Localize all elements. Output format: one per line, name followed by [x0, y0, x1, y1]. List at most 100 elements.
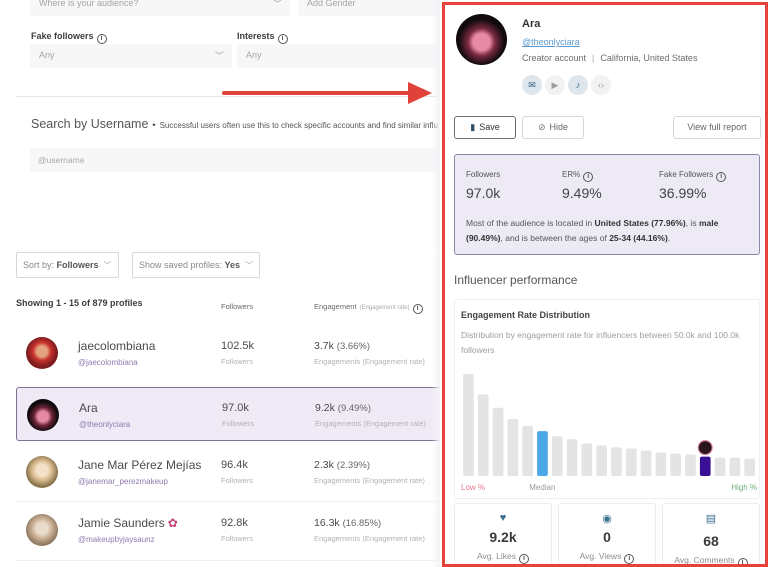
engagement-rate: (16.85%) — [342, 518, 382, 529]
comment-icon: ▤ — [705, 513, 717, 525]
profile-stats-card: Followers 97.0k ER% i 9.49% Fake Follower… — [454, 154, 760, 255]
eye-off-icon: ⊘ — [537, 122, 546, 132]
chart-bar — [714, 457, 726, 476]
info-icon[interactable]: i — [519, 554, 530, 564]
flower-emoji-icon: ✿ — [167, 516, 178, 530]
fake-followers-stat-value: 36.99% — [659, 185, 707, 201]
followers-header-text: Followers — [221, 302, 254, 311]
search-hint: Successful users often use this to check… — [159, 121, 438, 130]
hide-label: Hide — [549, 122, 569, 132]
x-label-median: Median — [529, 483, 555, 492]
youtube-icon[interactable]: ▶ — [545, 75, 565, 95]
info-icon[interactable]: i — [583, 172, 594, 182]
chevron-down-icon: ﹀ — [103, 261, 112, 270]
chart-bar-influencer — [699, 456, 711, 476]
engagement-label: Engagements (Engagement rate) — [314, 534, 425, 543]
save-button[interactable]: ▮ Save — [454, 116, 516, 139]
info-icon[interactable]: i — [96, 34, 107, 44]
chart-bar — [463, 374, 474, 476]
profile-name: Jamie Saunders ✿ — [78, 516, 178, 530]
profile-handle[interactable]: @makeupbyjaysaunz — [78, 535, 155, 544]
profile-name: jaecolombiana — [78, 339, 156, 353]
username-search-input[interactable] — [30, 148, 440, 172]
chart-bar — [729, 457, 741, 476]
saved-value: Yes — [224, 260, 241, 270]
eye-icon: ◉ — [602, 513, 612, 525]
info-icon[interactable]: i — [737, 558, 748, 564]
youtube-glyph: ▶ — [551, 80, 559, 90]
fake-followers-label: Fake followers i — [31, 31, 107, 44]
avatar — [26, 514, 58, 546]
avg-views-value: 0 — [603, 529, 611, 545]
profile-panel-handle-link[interactable]: @theonlyciara — [522, 37, 580, 47]
avg-comments-label-text: Avg. Comments — [674, 555, 735, 565]
audience-location-select[interactable]: Where is your audience? ﹀ — [30, 0, 290, 16]
info-icon[interactable]: i — [624, 554, 635, 564]
fake-followers-stat-label: Fake Followers i — [659, 170, 727, 182]
fake-followers-label-text: Fake followers — [31, 31, 94, 41]
followers-stat-value: 97.0k — [466, 185, 501, 201]
sort-by-dropdown[interactable]: Sort by: Followers ﹀ — [16, 252, 119, 278]
avatar — [27, 399, 59, 431]
profile-row[interactable]: jaecolombiana @jaecolombiana 102.5k Foll… — [16, 326, 440, 380]
audience-location-placeholder: Where is your audience? — [39, 0, 139, 8]
gender-select[interactable]: Add Gender — [298, 0, 440, 16]
heart-icon: ♥ — [499, 512, 507, 524]
profile-name-text: Jamie Saunders — [78, 516, 165, 530]
interests-label: Interests i — [237, 31, 288, 44]
engagement-value: 9.2k (9.49%) — [315, 402, 371, 414]
info-icon[interactable]: i — [412, 304, 423, 314]
profile-handle[interactable]: @jaecolombiana — [78, 358, 138, 367]
profile-row[interactable]: Jane Mar Pérez Mejías @janemar_perezmake… — [16, 445, 440, 499]
engagement-count: 3.7k — [314, 340, 334, 352]
followers-column-header[interactable]: Followers — [221, 302, 253, 311]
engagement-column-header[interactable]: Engagement (Engagement rate) i — [314, 302, 423, 314]
profile-location: California, United States — [600, 53, 698, 63]
search-by-username-heading: Search by Username • Successful users ofte… — [31, 117, 438, 131]
profile-avatar — [456, 14, 507, 65]
interests-value: Any — [246, 50, 262, 60]
followers-value: 92.8k — [221, 517, 248, 529]
followers-value: 96.4k — [221, 459, 248, 471]
code-icon[interactable]: ‹› — [591, 75, 611, 95]
meta-separator: | — [592, 53, 595, 63]
save-label: Save — [479, 122, 500, 132]
summary-text: , is — [685, 218, 699, 228]
results-count: Showing 1 - 15 of 879 profiles — [16, 298, 143, 308]
info-icon[interactable]: i — [277, 34, 288, 44]
profile-handle[interactable]: @theonlyciara — [79, 420, 130, 429]
info-icon[interactable]: i — [716, 172, 727, 182]
avg-comments-card: ▤ 68 Avg. Comments i — [662, 503, 760, 565]
email-icon[interactable]: ✉ — [522, 75, 542, 95]
avg-likes-value: 9.2k — [489, 529, 517, 545]
engagement-rate: (3.66%) — [336, 341, 371, 352]
tiktok-icon[interactable]: ♪ — [568, 75, 588, 95]
followers-stat-label: Followers — [466, 170, 501, 179]
x-label-low: Low % — [461, 483, 485, 492]
fake-followers-select[interactable]: Any ﹀ — [30, 44, 232, 68]
hide-button[interactable]: ⊘ Hide — [522, 116, 584, 139]
view-full-report-button[interactable]: View full report — [673, 116, 761, 139]
chevron-down-icon: ﹀ — [272, 0, 282, 9]
x-label-high: High % — [731, 483, 757, 492]
summary-text: Most of the audience is located in — [466, 218, 595, 228]
chart-bar — [522, 426, 533, 476]
bullet-dot: • — [152, 120, 156, 130]
profile-row-selected[interactable]: Ara @theonlyciara 97.0k Followers 9.2k (… — [16, 387, 440, 441]
show-saved-profiles-dropdown[interactable]: Show saved profiles: Yes ﹀ — [132, 252, 261, 278]
profile-handle[interactable]: @janemar_perezmakeup — [78, 477, 168, 486]
profile-row[interactable]: Jamie Saunders ✿ @makeupbyjaysaunz 92.8k … — [16, 503, 440, 557]
chart-bar — [507, 418, 519, 476]
gender-placeholder: Add Gender — [307, 0, 356, 8]
interests-select[interactable]: Any — [237, 44, 440, 68]
engagement-count: 16.3k — [314, 517, 340, 529]
profile-panel-name: Ara — [522, 18, 541, 30]
er-stat-value: 9.49% — [562, 185, 602, 201]
chart-subtitle: Distribution by engagement rate for infl… — [461, 330, 740, 355]
engagement-value: 2.3k (2.39%) — [314, 459, 370, 471]
engagement-label: Engagements (Engagement rate) — [315, 419, 426, 428]
row-divider — [16, 501, 440, 502]
influencer-avatar-marker — [697, 439, 713, 456]
summary-age: 25-34 (44.16%) — [609, 233, 668, 243]
chart-bar-median — [537, 431, 548, 476]
